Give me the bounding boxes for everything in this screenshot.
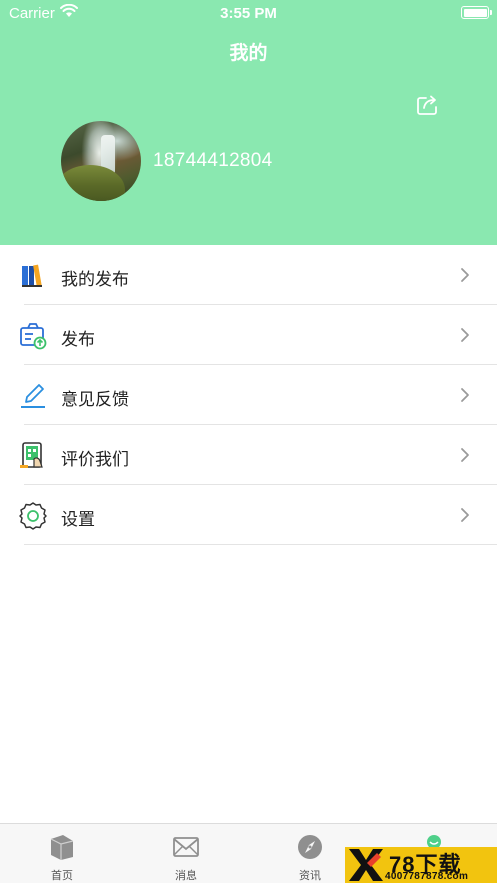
page-title: 我的 [229,43,268,64]
publish-icon [20,323,47,350]
divider [24,544,497,545]
rate-phone-icon [20,442,43,468]
share-icon[interactable] [416,94,440,116]
menu-label: 评价我们 [61,450,129,469]
tab-label: 首页 [51,870,73,882]
menu-item-my-posts[interactable]: 我的发布 [0,245,497,305]
tab-messages[interactable]: 消息 [124,824,248,883]
x-logo-icon [349,849,383,881]
compass-icon [298,835,322,859]
books-icon [22,264,42,287]
watermark-url: 4007787878.com [385,871,469,882]
chevron-right-icon [461,268,469,282]
tab-label: 消息 [175,870,197,882]
tab-home[interactable]: 首页 [0,824,124,883]
menu-item-rate-us[interactable]: 评价我们 [0,425,497,485]
profile-header: Carrier 3:55 PM 我的 18744412804 [0,0,497,245]
chevron-right-icon [461,388,469,402]
chevron-right-icon [461,448,469,462]
watermark-logo: 78下载 4007787878.com [345,847,497,883]
book-icon [50,835,74,860]
user-phone-number: 18744412804 [153,150,273,171]
menu-item-publish[interactable]: 发布 [0,305,497,365]
status-bar: Carrier 3:55 PM [0,0,497,26]
battery-icon [461,6,492,19]
gear-icon [19,502,47,530]
menu-label: 我的发布 [61,270,129,289]
edit-pen-icon [21,384,45,408]
menu-label: 发布 [61,330,95,349]
avatar[interactable] [61,121,141,201]
menu-label: 意见反馈 [61,390,129,409]
menu-item-settings[interactable]: 设置 [0,485,497,545]
chevron-right-icon [461,328,469,342]
chevron-right-icon [461,508,469,522]
clock: 3:55 PM [220,5,277,22]
menu-item-feedback[interactable]: 意见反馈 [0,365,497,425]
envelope-icon [173,837,199,857]
menu-label: 设置 [61,510,95,529]
